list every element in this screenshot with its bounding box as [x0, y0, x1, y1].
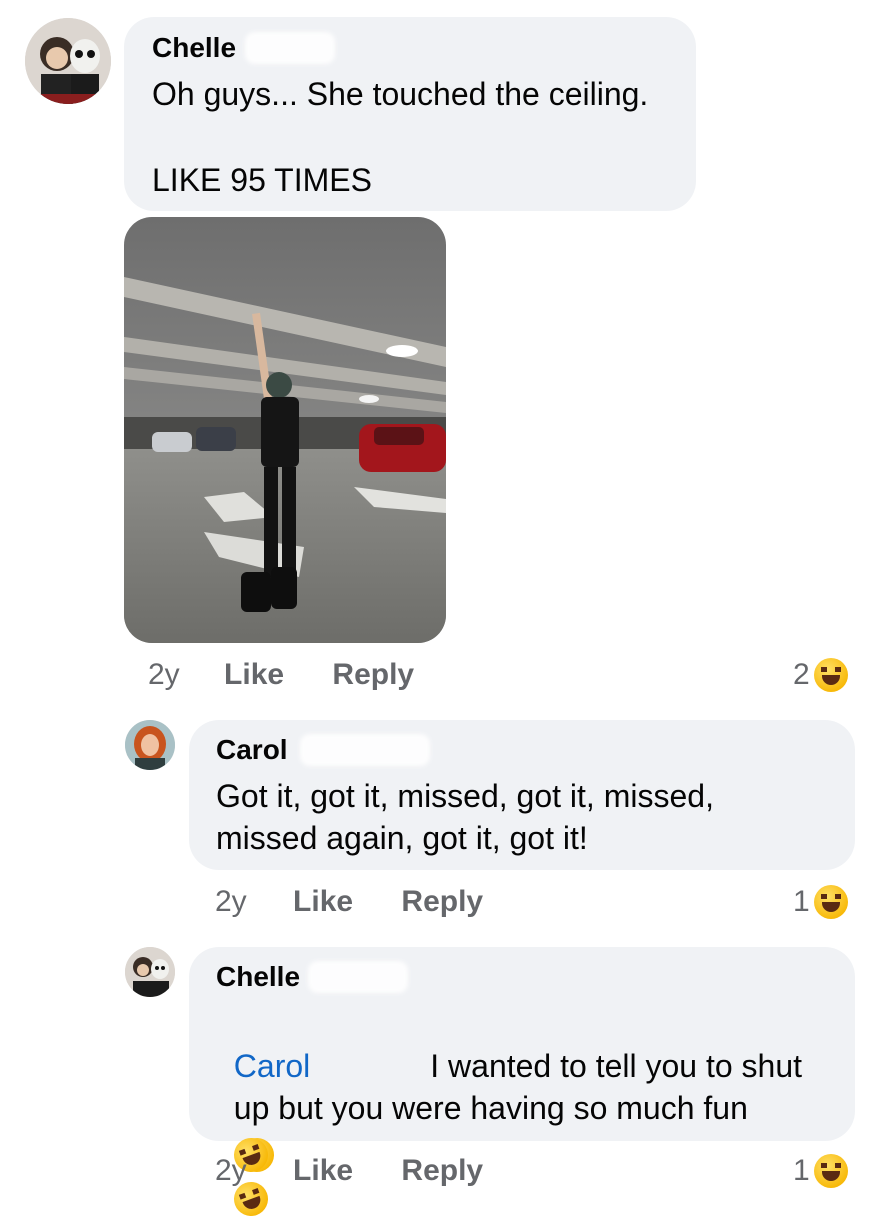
- comment-author[interactable]: Chelle: [152, 32, 236, 64]
- reply-button[interactable]: Reply: [332, 658, 414, 691]
- reaction-summary[interactable]: 1: [793, 1153, 848, 1189]
- comment-meta: 2y Like Reply: [148, 657, 414, 693]
- comment-text-line: Oh guys... She touched the ceiling.: [152, 76, 649, 112]
- redaction: [245, 32, 335, 64]
- avatar-chelle[interactable]: [25, 18, 111, 104]
- laughing-emoji-icon: [813, 885, 848, 919]
- reaction-count: 2: [793, 658, 810, 691]
- emoji-line: [216, 1086, 273, 1220]
- comment-author[interactable]: Chelle: [216, 961, 300, 993]
- reaction-summary[interactable]: 1: [793, 884, 848, 920]
- comment-text: up but you were having so much fun: [233, 1090, 748, 1126]
- timestamp: 2y: [148, 658, 180, 691]
- like-button[interactable]: Like: [293, 885, 353, 918]
- timestamp: 2y: [215, 885, 247, 918]
- comment-author[interactable]: Carol: [216, 734, 288, 766]
- laughing-emoji-icon: [813, 1154, 848, 1188]
- avatar-chelle[interactable]: [125, 947, 175, 997]
- reply-button[interactable]: Reply: [401, 885, 483, 918]
- reaction-count: 1: [793, 885, 810, 918]
- comment-meta: 2y Like Reply: [215, 1153, 483, 1189]
- laughing-emoji-icon: [813, 658, 848, 692]
- redaction: [308, 961, 408, 993]
- comment-text-line: LIKE 95 TIMES: [152, 162, 372, 198]
- reaction-count: 1: [793, 1154, 810, 1187]
- reaction-summary[interactable]: 2: [793, 657, 848, 693]
- like-button[interactable]: Like: [293, 1154, 353, 1187]
- timestamp: 2y: [215, 1154, 247, 1187]
- comment-meta: 2y Like Reply: [215, 884, 483, 920]
- attached-photo[interactable]: [124, 217, 446, 643]
- redaction: [300, 734, 430, 766]
- comment-text-line: Got it, got it, missed, got it, missed,: [216, 778, 714, 814]
- reply-button[interactable]: Reply: [401, 1154, 483, 1187]
- comment-text-line: missed again, got it, got it!: [216, 820, 588, 856]
- like-button[interactable]: Like: [224, 658, 284, 691]
- avatar-carol[interactable]: [125, 720, 175, 770]
